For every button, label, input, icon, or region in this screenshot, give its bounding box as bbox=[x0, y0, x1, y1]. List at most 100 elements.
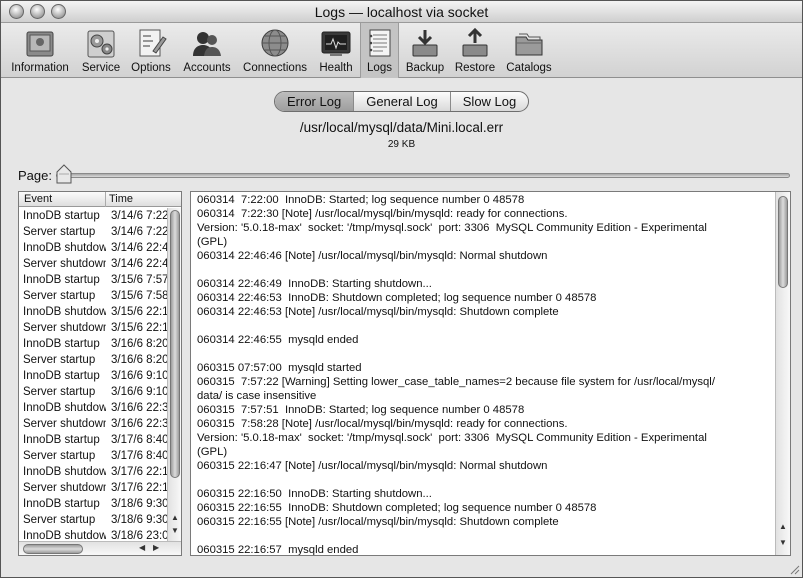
event-row[interactable]: Server startup 3/16/6 9:10 bbox=[19, 384, 167, 400]
scroll-down-arrow-icon[interactable]: ▼ bbox=[779, 538, 787, 548]
scroll-up-arrow-icon[interactable]: ▲ bbox=[171, 513, 179, 523]
event-row[interactable]: InnoDB shutdown 3/14/6 22:46 bbox=[19, 240, 167, 256]
event-row[interactable]: InnoDB shutdown 3/15/6 22:16 bbox=[19, 304, 167, 320]
event-list-header: Event Time bbox=[19, 192, 181, 207]
event-row[interactable]: InnoDB startup 3/15/6 7:57 bbox=[19, 272, 167, 288]
toolbar-label: Connections bbox=[243, 62, 307, 74]
scrollbar-thumb[interactable] bbox=[23, 544, 83, 554]
event-row[interactable]: Server startup 3/17/6 8:40 bbox=[19, 448, 167, 464]
event-row[interactable]: InnoDB shutdown 3/17/6 22:10 bbox=[19, 464, 167, 480]
toolbar-item-accounts[interactable]: Accounts bbox=[179, 23, 235, 78]
event-time: 3/15/6 7:57 bbox=[111, 274, 167, 286]
toolbar-label: Logs bbox=[367, 62, 392, 74]
event-row[interactable]: InnoDB shutdown 3/18/6 23:00 bbox=[19, 528, 167, 541]
log-content: 060314 7:22:00 InnoDB: Started; log sequ… bbox=[197, 194, 715, 556]
title-bar[interactable]: Logs — localhost via socket bbox=[1, 1, 802, 23]
event-row[interactable]: InnoDB shutdown 3/16/6 22:30 bbox=[19, 400, 167, 416]
event-name: Server shutdown bbox=[23, 258, 106, 270]
event-list: Event Time InnoDB startup 3/14/6 7:22 Serv… bbox=[18, 191, 182, 556]
event-row[interactable]: InnoDB startup 3/18/6 9:30 bbox=[19, 496, 167, 512]
page-slider-thumb[interactable] bbox=[56, 164, 72, 184]
column-header-time[interactable]: Time bbox=[109, 193, 133, 205]
event-name: InnoDB startup bbox=[23, 434, 100, 446]
scroll-left-arrow-icon[interactable]: ◀ bbox=[139, 543, 145, 553]
event-row[interactable]: InnoDB startup 3/14/6 7:22 bbox=[19, 208, 167, 224]
column-divider[interactable] bbox=[105, 192, 106, 207]
log-type-tabs: Error Log General Log Slow Log bbox=[274, 91, 530, 112]
event-name: InnoDB startup bbox=[23, 338, 100, 350]
event-row[interactable]: Server shutdown 3/15/6 22:16 bbox=[19, 320, 167, 336]
scrollbar-thumb[interactable] bbox=[778, 196, 788, 288]
event-time: 3/14/6 22:46 bbox=[111, 258, 167, 270]
log-vertical-scrollbar[interactable]: ▲ ▼ bbox=[775, 192, 790, 555]
log-file-path: /usr/local/mysql/data/Mini.local.err bbox=[299, 120, 504, 135]
event-time: 3/16/6 22:30 bbox=[111, 418, 167, 430]
page-slider-track[interactable] bbox=[56, 173, 790, 178]
toolbar-label: Catalogs bbox=[506, 62, 552, 74]
event-name: Server shutdown bbox=[23, 482, 106, 494]
toolbar-label: Options bbox=[131, 62, 171, 74]
scroll-right-arrow-icon[interactable]: ▶ bbox=[153, 543, 159, 553]
scroll-up-arrow-icon[interactable]: ▲ bbox=[779, 522, 787, 532]
event-name: Server shutdown bbox=[23, 322, 106, 334]
toolbar-item-service[interactable]: Service bbox=[78, 23, 124, 78]
event-row[interactable]: Server startup 3/15/6 7:58 bbox=[19, 288, 167, 304]
toolbar-item-information[interactable]: Information bbox=[5, 23, 75, 78]
tab-general-log[interactable]: General Log bbox=[354, 92, 451, 111]
column-header-event[interactable]: Event bbox=[24, 193, 52, 205]
event-time: 3/18/6 23:00 bbox=[111, 530, 167, 541]
event-row[interactable]: InnoDB startup 3/16/6 8:20 bbox=[19, 336, 167, 352]
event-time: 3/18/6 9:30 bbox=[111, 514, 167, 526]
accounts-icon bbox=[193, 32, 221, 56]
logs-window: Logs — localhost via socket Information … bbox=[0, 0, 803, 578]
toolbar-item-backup[interactable]: Backup bbox=[403, 23, 447, 78]
event-row[interactable]: Server shutdown 3/16/6 22:30 bbox=[19, 416, 167, 432]
event-row[interactable]: InnoDB startup 3/17/6 8:40 bbox=[19, 432, 167, 448]
event-name: InnoDB shutdown bbox=[23, 242, 106, 254]
event-name: Server shutdown bbox=[23, 418, 106, 430]
toolbar-item-restore[interactable]: Restore bbox=[451, 23, 499, 78]
event-name: InnoDB shutdown bbox=[23, 466, 106, 478]
event-name: InnoDB startup bbox=[23, 370, 100, 382]
log-text-view[interactable]: 060314 7:22:00 InnoDB: Started; log sequ… bbox=[190, 191, 791, 556]
logs-icon bbox=[369, 29, 390, 57]
toolbar-item-connections[interactable]: Connections bbox=[238, 23, 312, 78]
event-row[interactable]: Server shutdown 3/17/6 22:10 bbox=[19, 480, 167, 496]
event-row[interactable]: Server shutdown 3/14/6 22:46 bbox=[19, 256, 167, 272]
event-name: InnoDB startup bbox=[23, 498, 100, 510]
event-row[interactable]: Server startup 3/16/6 8:20 bbox=[19, 352, 167, 368]
event-row[interactable]: InnoDB startup 3/16/6 9:10 bbox=[19, 368, 167, 384]
event-name: InnoDB startup bbox=[23, 210, 100, 222]
tab-slow-log[interactable]: Slow Log bbox=[451, 92, 528, 111]
toolbar-item-catalogs[interactable]: Catalogs bbox=[502, 23, 556, 78]
event-row[interactable]: Server startup 3/14/6 7:22 bbox=[19, 224, 167, 240]
tab-error-log[interactable]: Error Log bbox=[275, 92, 355, 111]
toolbar-label: Restore bbox=[454, 62, 496, 74]
resize-grip-icon[interactable] bbox=[788, 563, 800, 575]
event-time: 3/18/6 9:30 bbox=[111, 498, 167, 510]
health-icon bbox=[321, 31, 351, 56]
event-name: Server startup bbox=[23, 226, 96, 238]
log-file-size: 29 KB bbox=[387, 139, 416, 150]
event-time: 3/17/6 8:40 bbox=[111, 450, 167, 462]
event-time: 3/16/6 8:20 bbox=[111, 354, 167, 366]
toolbar-label: Service bbox=[81, 62, 121, 74]
event-list-horizontal-scrollbar[interactable]: ◀ ▶ bbox=[19, 541, 181, 555]
event-name: Server startup bbox=[23, 290, 96, 302]
catalogs-icon bbox=[515, 33, 543, 56]
event-name: Server startup bbox=[23, 450, 96, 462]
event-time: 3/16/6 9:10 bbox=[111, 370, 167, 382]
toolbar-item-health[interactable]: Health bbox=[315, 23, 357, 78]
scrollbar-thumb[interactable] bbox=[170, 210, 180, 478]
toolbar-item-logs[interactable]: Logs bbox=[360, 23, 399, 78]
event-list-vertical-scrollbar[interactable]: ▲ ▼ bbox=[167, 208, 181, 541]
service-icon bbox=[87, 30, 115, 58]
options-icon bbox=[139, 29, 167, 57]
scroll-down-arrow-icon[interactable]: ▼ bbox=[171, 526, 179, 536]
event-row[interactable]: Server startup 3/18/6 9:30 bbox=[19, 512, 167, 528]
event-time: 3/17/6 22:10 bbox=[111, 466, 167, 478]
event-time: 3/14/6 7:22 bbox=[111, 226, 167, 238]
toolbar-item-options[interactable]: Options bbox=[127, 23, 175, 78]
event-name: InnoDB shutdown bbox=[23, 530, 106, 541]
event-time: 3/16/6 8:20 bbox=[111, 338, 167, 350]
